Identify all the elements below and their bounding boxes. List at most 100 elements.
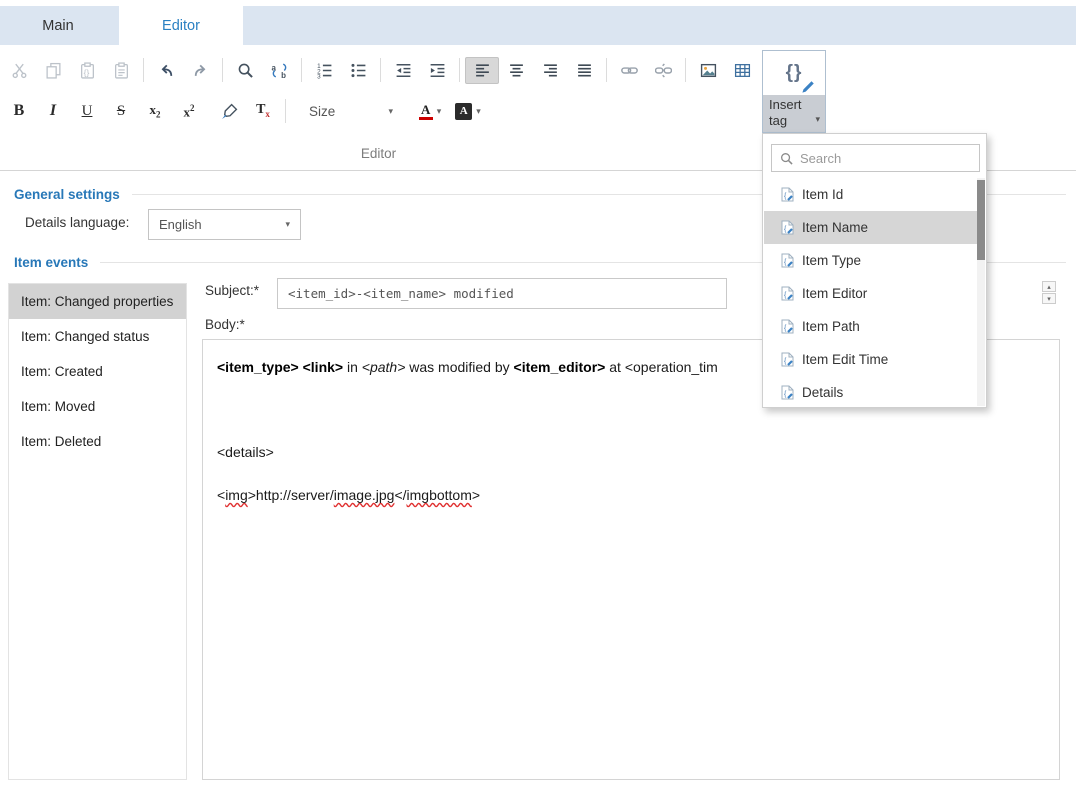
tag-list-item[interactable]: { Item Edit Time <box>764 343 979 376</box>
paste-text-button[interactable]: {} <box>70 57 104 84</box>
background-color-button[interactable]: A ▾ <box>449 98 487 125</box>
toolbar-separator <box>222 58 223 82</box>
justify-button[interactable] <box>567 57 601 84</box>
misspelled-word: img <box>225 487 248 503</box>
section-title: General settings <box>14 187 120 202</box>
svg-text:3: 3 <box>317 73 321 79</box>
section-title: Item events <box>14 255 88 270</box>
outdent-button[interactable] <box>386 57 420 84</box>
search-icon <box>780 152 793 165</box>
svg-text:{}: {} <box>83 67 89 77</box>
tag-icon: { <box>781 286 794 301</box>
font-color-icon: A <box>419 103 433 120</box>
justify-icon <box>576 62 593 79</box>
event-list: Item: Changed properties Item: Changed s… <box>8 283 187 780</box>
tag-list-item[interactable]: { Details <box>764 376 979 409</box>
svg-text:b: b <box>281 70 286 78</box>
indent-button[interactable] <box>420 57 454 84</box>
tag-list: { Item Id { Item Name { Item Type { Item… <box>764 178 979 409</box>
find-button[interactable] <box>228 57 262 84</box>
tag-list-item[interactable]: { Item Type <box>764 244 979 277</box>
tag-list-item[interactable]: { Item Name <box>764 211 979 244</box>
copy-button[interactable] <box>36 57 70 84</box>
font-color-button[interactable]: A ▾ <box>411 98 449 125</box>
superscript-icon: x2 <box>184 104 195 118</box>
unlink-button[interactable] <box>646 57 680 84</box>
strikethrough-button[interactable]: S <box>104 98 138 125</box>
link-icon <box>621 62 638 79</box>
chevron-down-icon: ▾ <box>815 111 820 127</box>
body-label: Body:* <box>205 317 245 332</box>
bold-button[interactable]: B <box>2 98 36 125</box>
tag-list-item[interactable]: { Item Editor <box>764 277 979 310</box>
list-item[interactable]: Item: Created <box>9 354 186 389</box>
strikethrough-icon: S <box>117 104 125 119</box>
superscript-button[interactable]: x2 <box>172 98 206 125</box>
numbered-list-button[interactable]: 123 <box>307 57 341 84</box>
details-language-value: English <box>159 217 202 232</box>
underline-button[interactable]: U <box>70 98 104 125</box>
pencil-icon <box>801 79 816 94</box>
tag-list-item[interactable]: { Item Path <box>764 310 979 343</box>
remove-format-button[interactable]: Tx <box>246 98 280 125</box>
align-left-button[interactable] <box>465 57 499 84</box>
toolbar-row-1: {} ab 123 <box>2 56 759 84</box>
chevron-down-icon: ▾ <box>476 106 481 117</box>
undo-icon <box>158 62 175 79</box>
chevron-down-icon: ▾ <box>437 106 442 117</box>
cut-button[interactable] <box>2 57 36 84</box>
list-item[interactable]: Item: Deleted <box>9 424 186 459</box>
paste-button[interactable] <box>104 57 138 84</box>
toolbar-separator <box>606 58 607 82</box>
details-language-label: Details language: <box>25 215 129 230</box>
replace-icon: ab <box>271 62 288 79</box>
toolbar-separator <box>285 99 286 123</box>
list-item[interactable]: Item: Moved <box>9 389 186 424</box>
details-language-select[interactable]: English ▾ <box>148 209 301 240</box>
bullet-list-button[interactable] <box>341 57 375 84</box>
toolbar-separator <box>685 58 686 82</box>
list-item[interactable]: Item: Changed properties <box>9 284 186 319</box>
subscript-button[interactable]: x2 <box>138 98 172 125</box>
background-color-icon: A <box>455 103 472 120</box>
tag-search-input[interactable] <box>800 151 971 166</box>
format-painter-button[interactable] <box>212 98 246 125</box>
subject-input[interactable] <box>277 278 727 309</box>
image-button[interactable] <box>691 57 725 84</box>
spinner-down-button[interactable]: ▾ <box>1042 293 1056 304</box>
tag-icon: { <box>781 319 794 334</box>
toolbar-separator <box>459 58 460 82</box>
font-size-dropdown[interactable]: Size ▾ <box>301 98 401 125</box>
undo-button[interactable] <box>149 57 183 84</box>
list-item[interactable]: Item: Changed status <box>9 319 186 354</box>
tag-list-item[interactable]: { Item Id <box>764 178 979 211</box>
dropdown-scrollbar[interactable] <box>977 178 985 406</box>
outdent-icon <box>395 62 412 79</box>
tab-editor[interactable]: Editor <box>119 6 243 45</box>
insert-tag-button[interactable]: {} Insert tag ▾ <box>762 50 826 133</box>
search-icon <box>237 62 254 79</box>
italic-button[interactable]: I <box>36 98 70 125</box>
ribbon-group-label: Editor <box>0 146 757 161</box>
table-button[interactable] <box>725 57 759 84</box>
scrollbar-thumb[interactable] <box>977 180 985 260</box>
align-center-button[interactable] <box>499 57 533 84</box>
misspelled-word: imgbottom <box>407 487 472 503</box>
insert-tag-label: Insert tag ▾ <box>763 95 825 132</box>
redo-button[interactable] <box>183 57 217 84</box>
bullet-list-icon <box>350 62 367 79</box>
toolbar-separator <box>143 58 144 82</box>
replace-button[interactable]: ab <box>262 57 296 84</box>
link-button[interactable] <box>612 57 646 84</box>
align-right-button[interactable] <box>533 57 567 84</box>
insert-tag-dropdown: { Item Id { Item Name { Item Type { Item… <box>762 133 987 408</box>
toolbar-row-2: B I U S x2 x2 Tx Size ▾ A ▾ A ▾ <box>2 97 487 125</box>
tab-main[interactable]: Main <box>20 6 96 45</box>
tag-search-box <box>771 144 980 172</box>
body-paragraph: <details> <box>217 444 1045 461</box>
paste-text-icon: {} <box>79 62 96 79</box>
remove-format-icon: Tx <box>256 103 270 119</box>
tag-icon: { <box>781 220 794 235</box>
insert-tag-icon: {} <box>763 51 825 95</box>
spinner-up-button[interactable]: ▴ <box>1042 281 1056 292</box>
